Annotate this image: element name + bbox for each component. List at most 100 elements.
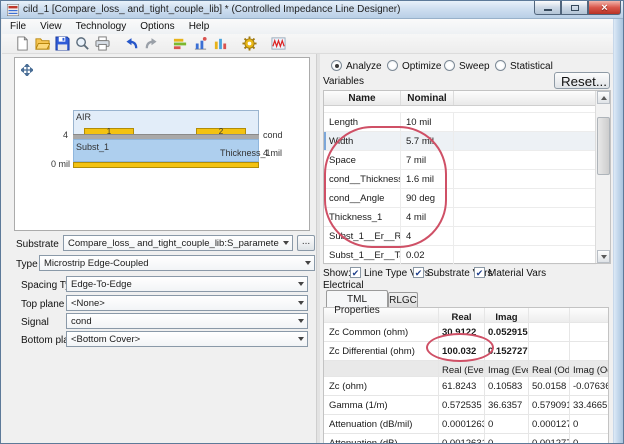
radio-sweep-label[interactable]: Sweep bbox=[459, 61, 490, 72]
tab-tml-properties[interactable]: TML Properties bbox=[326, 290, 388, 307]
var-nominal[interactable]: 7 mil bbox=[401, 151, 454, 169]
scroll-up-button[interactable] bbox=[597, 91, 610, 104]
variables-scrollbar[interactable] bbox=[595, 91, 610, 263]
row-label: Gamma (1/m) bbox=[324, 396, 439, 414]
waveform-icon bbox=[271, 36, 286, 51]
new-file-button[interactable] bbox=[12, 35, 32, 53]
radio-statistical[interactable] bbox=[495, 60, 506, 71]
radio-optimize-label[interactable]: Optimize bbox=[402, 61, 441, 72]
redo-button[interactable] bbox=[141, 35, 161, 53]
checkbox-line-type-vars[interactable]: ✔ bbox=[350, 267, 361, 278]
chevron-down-icon[interactable] bbox=[301, 256, 314, 270]
print-button[interactable] bbox=[92, 35, 112, 53]
new-file-icon bbox=[15, 36, 30, 51]
chevron-down-icon[interactable] bbox=[294, 296, 307, 310]
radio-analyze-label[interactable]: Analyze bbox=[346, 61, 382, 72]
maximize-button[interactable] bbox=[561, 1, 588, 15]
substrate-select[interactable]: Compare_loss_ and_tight_couple_lib:S_par… bbox=[63, 235, 293, 251]
minimize-button[interactable] bbox=[534, 1, 561, 15]
app-icon bbox=[7, 4, 19, 16]
var-name: Space bbox=[324, 151, 401, 169]
zoom-button[interactable] bbox=[72, 35, 92, 53]
header-blank bbox=[529, 308, 570, 322]
chevron-down-icon[interactable] bbox=[279, 236, 292, 250]
var-name: Length bbox=[324, 113, 401, 131]
chevron-down-icon[interactable] bbox=[294, 277, 307, 291]
checkbox-material-vars-label[interactable]: Material Vars bbox=[488, 268, 546, 279]
table-row[interactable]: Zc Differential (ohm) 100.032 0.152727 bbox=[324, 342, 608, 361]
undo-icon bbox=[124, 36, 139, 51]
reset-button[interactable]: Reset... bbox=[554, 72, 610, 89]
checkbox-material-vars[interactable]: ✔ bbox=[474, 267, 485, 278]
cild-window: cild_1 [Compare_loss_ and_tight_couple_l… bbox=[0, 0, 624, 444]
checkbox-substrate-vars[interactable]: ✔ bbox=[413, 267, 424, 278]
bar-chart-horizontal-button[interactable] bbox=[170, 35, 190, 53]
radio-optimize[interactable] bbox=[387, 60, 398, 71]
air-label: AIR bbox=[76, 112, 91, 122]
cond-name-label: cond bbox=[263, 130, 283, 140]
table-row[interactable]: Width 5.7 mil bbox=[324, 132, 596, 151]
zc-differential-imag: 0.152727 bbox=[485, 342, 529, 360]
title-bar[interactable]: cild_1 [Compare_loss_ and_tight_couple_l… bbox=[1, 1, 624, 19]
open-folder-button[interactable] bbox=[32, 35, 52, 53]
table-row[interactable]: cond__Angle 90 deg bbox=[324, 189, 596, 208]
var-nominal[interactable]: 4 mil bbox=[401, 208, 454, 226]
table-row[interactable]: Gamma (1/m) 0.572535 36.6357 0.579091 33… bbox=[324, 396, 608, 415]
table-row[interactable]: Subst_1__Er__TanD 0.02 bbox=[324, 246, 596, 265]
pan-icon[interactable] bbox=[21, 64, 33, 76]
var-nominal[interactable]: 0.02 bbox=[401, 246, 454, 264]
bottom-plane-select[interactable]: <Bottom Cover> bbox=[66, 331, 308, 347]
minimize-icon bbox=[544, 9, 552, 11]
signal-select[interactable]: cond bbox=[66, 313, 308, 329]
radio-analyze[interactable] bbox=[331, 60, 342, 71]
chevron-down-icon[interactable] bbox=[294, 332, 307, 346]
substrate-label: Substrate bbox=[16, 239, 59, 250]
menu-help[interactable]: Help bbox=[189, 21, 210, 32]
signal-value: cond bbox=[67, 316, 294, 327]
top-plane-select[interactable]: <None> bbox=[66, 295, 308, 311]
substrate-browse-button[interactable]: ... bbox=[297, 235, 315, 251]
table-row[interactable]: Length 10 mil bbox=[324, 113, 596, 132]
table-row[interactable]: Thickness_1 4 mil bbox=[324, 208, 596, 227]
type-select[interactable]: Microstrip Edge-Coupled bbox=[39, 255, 315, 271]
table-row[interactable]: Zc Common (ohm) 30.9122 0.0529152 bbox=[324, 323, 608, 342]
panel-splitter[interactable] bbox=[316, 54, 320, 444]
scrollbar-thumb[interactable] bbox=[597, 117, 610, 175]
table-row[interactable]: Space 7 mil bbox=[324, 151, 596, 170]
bar-chart-dot-button[interactable] bbox=[190, 35, 210, 53]
gear-button[interactable] bbox=[239, 35, 259, 53]
menu-file[interactable]: File bbox=[10, 21, 26, 32]
radio-sweep[interactable] bbox=[444, 60, 455, 71]
var-nominal[interactable]: 90 deg bbox=[401, 189, 454, 207]
bottom-cover-layer[interactable] bbox=[73, 162, 259, 168]
radio-statistical-label[interactable]: Statistical bbox=[510, 61, 553, 72]
save-button[interactable] bbox=[52, 35, 72, 53]
redo-icon bbox=[144, 36, 159, 51]
table-row[interactable]: cond__Thickness 1.6 mil bbox=[324, 170, 596, 189]
chevron-down-icon[interactable] bbox=[294, 314, 307, 328]
close-button[interactable]: × bbox=[588, 1, 621, 15]
open-folder-icon bbox=[35, 36, 50, 51]
menu-options[interactable]: Options bbox=[140, 21, 174, 32]
table-row[interactable]: Zc (ohm) 61.8243 0.10583 50.0158 -0.0763… bbox=[324, 377, 608, 396]
table-row[interactable]: Subst_1__Er__Real 4 bbox=[324, 227, 596, 246]
table-row[interactable]: Attenuation (dB) 0.00126314 0 0.0012776 … bbox=[324, 434, 608, 444]
tab-rlgc[interactable]: RLGC bbox=[388, 292, 418, 307]
cross-section-canvas[interactable]: AIR 1 2 4 cond Subst_1 Thickness_1 4 mil… bbox=[14, 57, 310, 231]
var-nominal[interactable]: 1.6 mil bbox=[401, 170, 454, 188]
var-nominal[interactable]: 5.7 mil bbox=[401, 132, 454, 150]
scroll-down-button[interactable] bbox=[597, 250, 610, 263]
row-label: Attenuation (dB/mil) bbox=[324, 415, 439, 433]
column-name[interactable]: Name bbox=[324, 91, 401, 105]
waveform-button[interactable] bbox=[268, 35, 288, 53]
bar-chart-dot-icon bbox=[193, 36, 208, 51]
menu-view[interactable]: View bbox=[40, 21, 62, 32]
var-nominal[interactable]: 4 bbox=[401, 227, 454, 245]
bar-chart-columns-button[interactable] bbox=[210, 35, 230, 53]
var-nominal[interactable]: 10 mil bbox=[401, 113, 454, 131]
menu-technology[interactable]: Technology bbox=[76, 21, 127, 32]
column-nominal[interactable]: Nominal bbox=[401, 91, 454, 105]
table-row[interactable]: Attenuation (dB/mil) 0.000126314 0 0.000… bbox=[324, 415, 608, 434]
undo-button[interactable] bbox=[121, 35, 141, 53]
spacing-type-select[interactable]: Edge-To-Edge bbox=[66, 276, 308, 292]
